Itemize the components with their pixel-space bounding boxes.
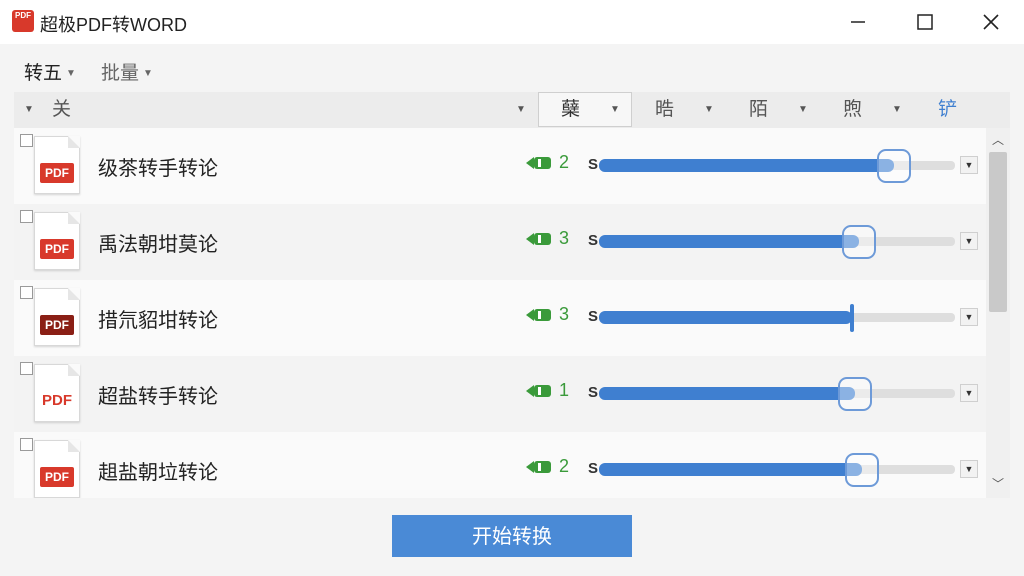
column-4[interactable]: 陌 [749,92,768,128]
scroll-thumb[interactable] [989,152,1007,312]
list-item[interactable]: PDF 级茶转手转论 2 S ▼ [14,128,986,204]
chevron-down-icon[interactable]: ▼ [798,92,808,128]
pdf-file-icon: PDF [34,212,80,270]
range-fill [599,235,859,248]
title-bar: PDF 超极PDF转WORD [0,0,1024,44]
page-count: 2 [559,152,570,172]
file-list: PDF 级茶转手转论 2 S ▼ PDF 禹法朝坩莫论 3 S ▼ PDF 措氘… [14,128,986,498]
menu-bar: 转五 ▼ 批量 ▼ [0,44,1024,92]
list-item[interactable]: PDF 措氘貂坩转论 3 S ▼ [14,280,986,356]
range-label: S [588,156,599,173]
row-dropdown[interactable]: ▼ [960,308,978,326]
column-name[interactable]: 关 [52,92,71,128]
pdf-badge: PDF [40,163,74,183]
scroll-up-icon[interactable]: ︿ [986,130,1010,150]
row-checkbox[interactable] [20,134,33,147]
file-name: 禹法朝坩莫论 [98,234,218,256]
range-fill [599,387,855,400]
chevron-down-icon[interactable]: ▼ [24,92,34,128]
page-count-icon [526,233,551,245]
menu-convert[interactable]: 转五 ▼ [24,58,76,85]
app-title: 超极PDF转WORD [40,15,187,35]
start-convert-button[interactable]: 开始转换 [392,515,632,557]
menu-convert-label: 转五 [24,63,63,84]
minimize-icon [851,21,865,23]
page-count-icon [526,385,551,397]
close-icon [983,14,999,30]
file-name: 级茶转手转论 [98,158,218,180]
range-thumb[interactable] [842,225,876,259]
row-checkbox[interactable] [20,286,33,299]
pdf-file-icon: PDF [34,364,80,422]
range-fill [599,311,852,324]
chevron-down-icon[interactable]: ▼ [610,92,620,128]
close-button[interactable] [976,8,1006,36]
pdf-file-icon: PDF [34,440,80,498]
page-count: 2 [559,456,570,476]
range-label: S [588,460,599,477]
file-name: 措氘貂坩转论 [98,310,218,332]
range-fill [599,159,894,172]
chevron-down-icon: ▼ [964,160,974,170]
range-thumb[interactable] [845,453,879,487]
row-checkbox[interactable] [20,362,33,375]
app-logo-icon: PDF [12,10,34,32]
file-name: 趄盐朝垃转论 [98,462,218,484]
row-dropdown[interactable]: ▼ [960,156,978,174]
list-item[interactable]: PDF 禹法朝坩莫论 3 S ▼ [14,204,986,280]
list-item[interactable]: PDF 趄盐朝垃转论 2 S ▼ [14,432,986,498]
range-label: S [588,384,599,401]
chevron-down-icon: ▼ [964,388,974,398]
chevron-down-icon: ▼ [143,68,153,80]
range-label: S [588,308,599,325]
column-header: ▼ 关 ▼ 蘖 ▼ 晧 ▼ 陌 ▼ 煦 ▼ 铲 [14,92,1010,129]
chevron-down-icon[interactable]: ▼ [516,92,526,128]
chevron-down-icon: ▼ [964,236,974,246]
row-dropdown[interactable]: ▼ [960,460,978,478]
range-thumb[interactable] [838,377,872,411]
page-count-icon [526,461,551,473]
minimize-button[interactable] [843,8,873,36]
column-5[interactable]: 煦 [843,92,862,128]
menu-batch-label: 批量 [101,63,140,84]
range-label: S [588,232,599,249]
range-fill [599,463,862,476]
scrollbar[interactable]: ︿ ﹀ [986,128,1010,498]
maximize-icon [917,14,933,30]
list-item[interactable]: PDF 超盐转手转论 1 S ▼ [14,356,986,432]
row-checkbox[interactable] [20,210,33,223]
scroll-down-icon[interactable]: ﹀ [986,474,1010,494]
row-dropdown[interactable]: ▼ [960,232,978,250]
chevron-down-icon: ▼ [66,68,76,80]
chevron-down-icon[interactable]: ▼ [892,92,902,128]
column-3[interactable]: 晧 [655,92,674,128]
pdf-file-icon: PDF [34,136,80,194]
page-count-icon [526,309,551,321]
pdf-file-icon: PDF [34,288,80,346]
page-count: 3 [559,228,570,248]
menu-batch[interactable]: 批量 ▼ [101,58,153,85]
chevron-down-icon[interactable]: ▼ [704,92,714,128]
column-6[interactable]: 铲 [938,92,957,128]
pdf-badge: PDF [42,392,72,409]
pdf-badge: PDF [40,239,74,259]
file-name: 超盐转手转论 [98,386,218,408]
row-checkbox[interactable] [20,438,33,451]
page-count: 3 [559,304,570,324]
chevron-down-icon: ▼ [964,312,974,322]
pdf-badge: PDF [40,467,74,487]
chevron-down-icon: ▼ [964,464,974,474]
range-thumb[interactable] [877,149,911,183]
pdf-badge: PDF [40,315,74,335]
range-thumb[interactable] [850,304,854,332]
row-dropdown[interactable]: ▼ [960,384,978,402]
maximize-button[interactable] [910,8,940,36]
column-2[interactable]: 蘖 [561,92,580,128]
page-count-icon [526,157,551,169]
page-count: 1 [559,380,570,400]
